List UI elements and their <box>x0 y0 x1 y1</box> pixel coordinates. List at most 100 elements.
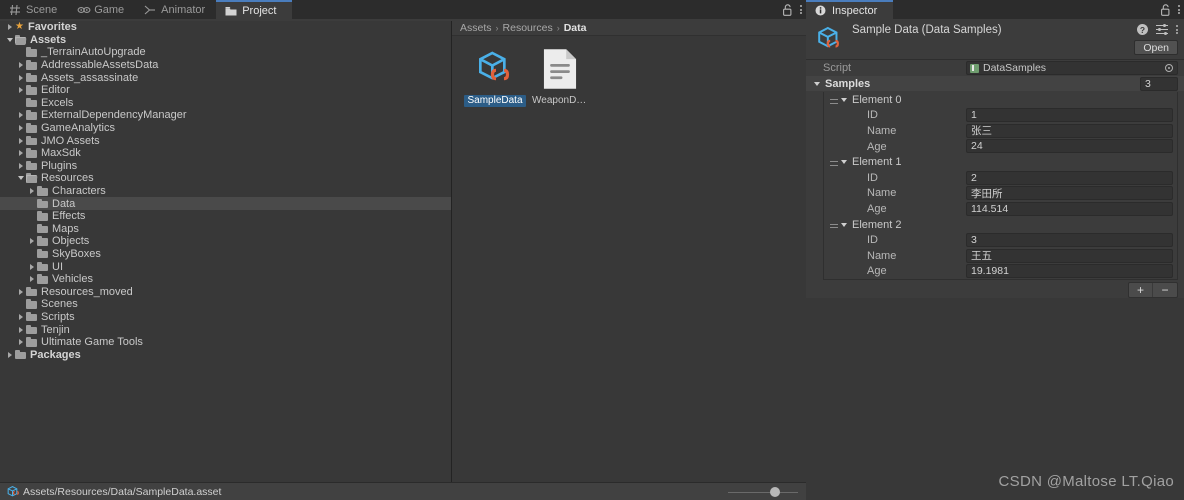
property-value-field[interactable]: 3 <box>966 233 1173 247</box>
array-element-header[interactable]: Element 0 <box>824 92 1177 108</box>
chevron-right-icon[interactable] <box>26 276 37 282</box>
tree-item-ui[interactable]: UI <box>0 260 451 273</box>
chevron-right-icon[interactable] <box>15 314 26 320</box>
chevron-right-icon[interactable] <box>26 238 37 244</box>
property-value-field[interactable]: 张三 <box>966 124 1173 138</box>
asset-item[interactable]: SampleData <box>464 47 526 107</box>
tree-item-tenjin[interactable]: Tenjin <box>0 323 451 336</box>
tree-item-assets-assassinate[interactable]: Assets_assassinate <box>0 71 451 84</box>
script-object-field[interactable]: DataSamples <box>966 61 1178 75</box>
tree-item-ultimate-game-tools[interactable]: Ultimate Game Tools <box>0 336 451 349</box>
samples-size-field[interactable]: 3 <box>1140 77 1178 91</box>
chevron-down-icon[interactable] <box>4 38 15 42</box>
array-element-header[interactable]: Element 2 <box>824 217 1177 233</box>
chevron-right-icon[interactable] <box>15 62 26 68</box>
padlock-open-icon[interactable] <box>1160 4 1171 16</box>
slider-knob[interactable] <box>770 487 780 497</box>
array-remove-button[interactable]: − <box>1153 283 1177 297</box>
chevron-down-icon[interactable] <box>841 98 847 102</box>
chevron-down-icon[interactable] <box>841 223 847 227</box>
property-value-field[interactable]: 19.1981 <box>966 264 1173 278</box>
tab-animator[interactable]: Animator <box>135 0 216 19</box>
tree-item-skyboxes[interactable]: SkyBoxes <box>0 248 451 261</box>
chevron-down-icon[interactable] <box>15 176 26 180</box>
tab-inspector[interactable]: Inspector <box>806 0 893 19</box>
property-value-field[interactable]: 2 <box>966 171 1173 185</box>
drag-handle-icon[interactable] <box>830 161 838 162</box>
padlock-open-icon[interactable] <box>782 4 793 16</box>
tree-item-label: JMO Assets <box>41 135 100 147</box>
kebab-menu-icon[interactable] <box>1178 5 1180 14</box>
property-value-field[interactable]: 1 <box>966 108 1173 122</box>
tree-item-editor[interactable]: Editor <box>0 84 451 97</box>
tree-item-jmo-assets[interactable]: JMO Assets <box>0 134 451 147</box>
kebab-menu-icon[interactable] <box>1176 25 1178 34</box>
chevron-right-icon[interactable] <box>15 125 26 131</box>
tree-item-vehicles[interactable]: Vehicles <box>0 273 451 286</box>
presets-icon[interactable] <box>1156 24 1168 35</box>
drag-handle-icon[interactable] <box>830 99 838 100</box>
chevron-right-icon[interactable] <box>15 138 26 144</box>
chevron-right-icon[interactable] <box>15 327 26 333</box>
chevron-right-icon[interactable] <box>15 87 26 93</box>
tree-item-effects[interactable]: Effects <box>0 210 451 223</box>
tree-item-plugins[interactable]: Plugins <box>0 160 451 173</box>
tree-item-resources-moved[interactable]: Resources_moved <box>0 285 451 298</box>
chevron-right-icon[interactable] <box>4 352 15 358</box>
favorites-label: Favorites <box>28 21 77 33</box>
thumbnail-zoom-slider[interactable] <box>728 490 798 494</box>
tree-item-addressableassetsdata[interactable]: AddressableAssetsData <box>0 59 451 72</box>
property-value-field[interactable]: 24 <box>966 139 1173 153</box>
drag-handle-icon[interactable] <box>830 224 838 225</box>
property-value-field[interactable]: 114.514 <box>966 202 1173 216</box>
tree-item-scenes[interactable]: Scenes <box>0 298 451 311</box>
chevron-right-icon[interactable] <box>26 264 37 270</box>
samples-array-header[interactable]: Samples 3 <box>806 76 1184 91</box>
project-tab-actions <box>782 0 802 19</box>
object-picker-icon[interactable] <box>1165 64 1173 72</box>
chevron-right-icon[interactable] <box>4 24 15 30</box>
tree-item-maps[interactable]: Maps <box>0 223 451 236</box>
tree-item-assets[interactable]: Assets <box>0 34 451 47</box>
breadcrumb-item[interactable]: Data <box>564 22 587 34</box>
chevron-down-icon[interactable] <box>841 160 847 164</box>
tree-item-objects[interactable]: Objects <box>0 235 451 248</box>
chevron-right-icon[interactable] <box>15 289 26 295</box>
property-value-field[interactable]: 李田所 <box>966 186 1173 200</box>
tree-item-packages[interactable]: Packages <box>0 348 451 361</box>
chevron-down-icon[interactable] <box>814 82 820 86</box>
breadcrumb-item[interactable]: Resources <box>503 22 553 34</box>
breadcrumb-item[interactable]: Assets <box>460 22 492 34</box>
tree-item-terrainautoupgrade[interactable]: _TerrainAutoUpgrade <box>0 46 451 59</box>
tree-item-label: SkyBoxes <box>52 248 101 260</box>
folder-icon <box>26 300 37 309</box>
tree-item-scripts[interactable]: Scripts <box>0 311 451 324</box>
tab-game[interactable]: Game <box>68 0 135 19</box>
tree-item-maxsdk[interactable]: MaxSdk <box>0 147 451 160</box>
open-button[interactable]: Open <box>1134 40 1178 55</box>
tree-item-excels[interactable]: Excels <box>0 97 451 110</box>
chevron-right-icon[interactable] <box>15 150 26 156</box>
chevron-right-icon[interactable] <box>15 75 26 81</box>
tab-project[interactable]: Project <box>216 0 292 19</box>
chevron-right-icon[interactable] <box>15 339 26 345</box>
tree-item-label: Scripts <box>41 311 75 323</box>
favorites-row[interactable]: ★ Favorites <box>0 21 451 34</box>
tree-item-externaldependencymanager[interactable]: ExternalDependencyManager <box>0 109 451 122</box>
tree-item-label: Objects <box>52 235 89 247</box>
array-add-button[interactable]: + <box>1129 283 1153 297</box>
chevron-right-icon[interactable] <box>15 163 26 169</box>
asset-item[interactable]: WeaponDa... <box>529 47 591 107</box>
tree-item-characters[interactable]: Characters <box>0 185 451 198</box>
tree-item-data[interactable]: Data <box>0 197 451 210</box>
tree-item-label: Assets <box>30 34 66 46</box>
array-element-header[interactable]: Element 1 <box>824 154 1177 170</box>
chevron-right-icon[interactable] <box>15 112 26 118</box>
tab-scene[interactable]: Scene <box>0 0 68 19</box>
property-value-field[interactable]: 王五 <box>966 249 1173 263</box>
tree-item-resources[interactable]: Resources <box>0 172 451 185</box>
help-icon[interactable]: ? <box>1137 24 1148 35</box>
kebab-menu-icon[interactable] <box>800 5 802 14</box>
tree-item-gameanalytics[interactable]: GameAnalytics <box>0 122 451 135</box>
chevron-right-icon[interactable] <box>26 188 37 194</box>
